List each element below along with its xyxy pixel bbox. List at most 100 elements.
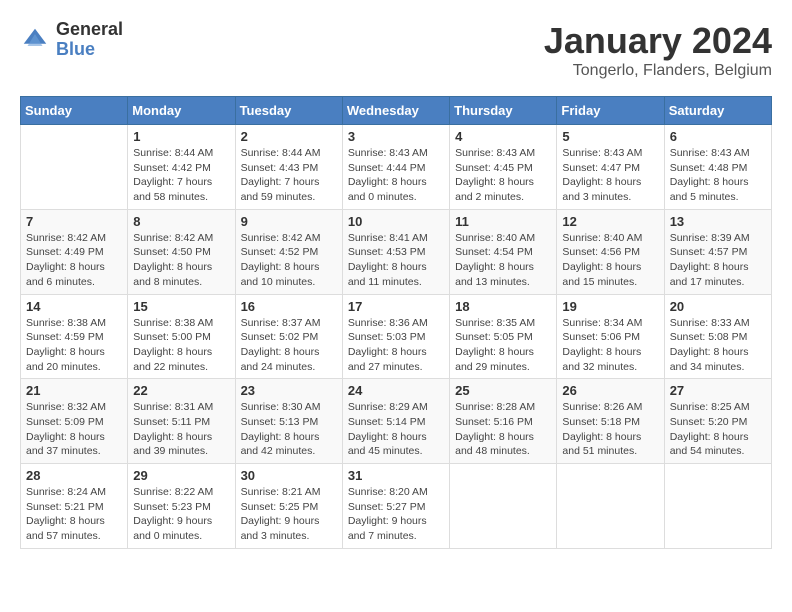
calendar-cell: 10 Sunrise: 8:41 AM Sunset: 4:53 PM Dayli… (342, 209, 449, 294)
calendar-cell: 23 Sunrise: 8:30 AM Sunset: 5:13 PM Dayli… (235, 379, 342, 464)
day-info: Sunrise: 8:37 AM Sunset: 5:02 PM Dayligh… (241, 316, 337, 375)
day-info: Sunrise: 8:34 AM Sunset: 5:06 PM Dayligh… (562, 316, 658, 375)
logo-general-text: General (56, 20, 123, 40)
calendar-cell: 20 Sunrise: 8:33 AM Sunset: 5:08 PM Dayli… (664, 294, 771, 379)
calendar-cell: 21 Sunrise: 8:32 AM Sunset: 5:09 PM Dayli… (21, 379, 128, 464)
day-info: Sunrise: 8:40 AM Sunset: 4:56 PM Dayligh… (562, 231, 658, 290)
day-number: 21 (26, 383, 122, 398)
logo: General Blue (20, 20, 123, 60)
calendar-week-row: 14Sunrise: 8:38 AM Sunset: 4:59 PM Dayli… (21, 294, 772, 379)
day-number: 31 (348, 468, 444, 483)
day-info: Sunrise: 8:42 AM Sunset: 4:52 PM Dayligh… (241, 231, 337, 290)
calendar-cell: 13 Sunrise: 8:39 AM Sunset: 4:57 PM Dayli… (664, 209, 771, 294)
calendar-cell (450, 464, 557, 549)
calendar-cell: 12 Sunrise: 8:40 AM Sunset: 4:56 PM Dayli… (557, 209, 664, 294)
day-info: Sunrise: 8:35 AM Sunset: 5:05 PM Dayligh… (455, 316, 551, 375)
day-of-week-header: Wednesday (342, 97, 449, 125)
day-number: 1 (133, 129, 229, 144)
calendar-week-row: 7 Sunrise: 8:42 AM Sunset: 4:49 PM Daylig… (21, 209, 772, 294)
calendar-cell: 3Sunrise: 8:43 AM Sunset: 4:44 PM Daylig… (342, 125, 449, 210)
day-number: 16 (241, 299, 337, 314)
day-number: 10 (348, 214, 444, 229)
day-info: Sunrise: 8:38 AM Sunset: 4:59 PM Dayligh… (26, 316, 122, 375)
day-info: Sunrise: 8:41 AM Sunset: 4:53 PM Dayligh… (348, 231, 444, 290)
calendar-week-row: 21 Sunrise: 8:32 AM Sunset: 5:09 PM Dayli… (21, 379, 772, 464)
calendar-cell: 27Sunrise: 8:25 AM Sunset: 5:20 PM Dayli… (664, 379, 771, 464)
day-of-week-header: Friday (557, 97, 664, 125)
day-number: 4 (455, 129, 551, 144)
month-title: January 2024 (544, 20, 772, 62)
calendar-cell: 26Sunrise: 8:26 AM Sunset: 5:18 PM Dayli… (557, 379, 664, 464)
calendar-cell: 5 Sunrise: 8:43 AM Sunset: 4:47 PM Daylig… (557, 125, 664, 210)
day-info: Sunrise: 8:30 AM Sunset: 5:13 PM Dayligh… (241, 400, 337, 459)
calendar-cell: 9Sunrise: 8:42 AM Sunset: 4:52 PM Daylig… (235, 209, 342, 294)
calendar-cell (557, 464, 664, 549)
day-info: Sunrise: 8:24 AM Sunset: 5:21 PM Dayligh… (26, 485, 122, 544)
day-info: Sunrise: 8:44 AM Sunset: 4:43 PM Dayligh… (241, 146, 337, 205)
day-number: 11 (455, 214, 551, 229)
day-number: 5 (562, 129, 658, 144)
day-of-week-header: Saturday (664, 97, 771, 125)
logo-text: General Blue (56, 20, 123, 60)
calendar-cell: 4 Sunrise: 8:43 AM Sunset: 4:45 PM Daylig… (450, 125, 557, 210)
day-info: Sunrise: 8:42 AM Sunset: 4:50 PM Dayligh… (133, 231, 229, 290)
calendar-cell: 28 Sunrise: 8:24 AM Sunset: 5:21 PM Dayli… (21, 464, 128, 549)
calendar-cell: 11 Sunrise: 8:40 AM Sunset: 4:54 PM Dayli… (450, 209, 557, 294)
calendar-cell: 22Sunrise: 8:31 AM Sunset: 5:11 PM Dayli… (128, 379, 235, 464)
calendar-cell: 31 Sunrise: 8:20 AM Sunset: 5:27 PM Dayli… (342, 464, 449, 549)
day-info: Sunrise: 8:29 AM Sunset: 5:14 PM Dayligh… (348, 400, 444, 459)
day-info: Sunrise: 8:21 AM Sunset: 5:25 PM Dayligh… (241, 485, 337, 544)
day-of-week-header: Sunday (21, 97, 128, 125)
day-info: Sunrise: 8:42 AM Sunset: 4:49 PM Dayligh… (26, 231, 122, 290)
day-number: 2 (241, 129, 337, 144)
day-info: Sunrise: 8:38 AM Sunset: 5:00 PM Dayligh… (133, 316, 229, 375)
day-info: Sunrise: 8:40 AM Sunset: 4:54 PM Dayligh… (455, 231, 551, 290)
calendar-cell: 2 Sunrise: 8:44 AM Sunset: 4:43 PM Daylig… (235, 125, 342, 210)
calendar-cell: 14Sunrise: 8:38 AM Sunset: 4:59 PM Dayli… (21, 294, 128, 379)
day-number: 8 (133, 214, 229, 229)
day-number: 18 (455, 299, 551, 314)
day-info: Sunrise: 8:33 AM Sunset: 5:08 PM Dayligh… (670, 316, 766, 375)
day-info: Sunrise: 8:36 AM Sunset: 5:03 PM Dayligh… (348, 316, 444, 375)
calendar-header-row: SundayMondayTuesdayWednesdayThursdayFrid… (21, 97, 772, 125)
calendar-cell: 25Sunrise: 8:28 AM Sunset: 5:16 PM Dayli… (450, 379, 557, 464)
day-number: 6 (670, 129, 766, 144)
day-number: 20 (670, 299, 766, 314)
day-of-week-header: Thursday (450, 97, 557, 125)
day-number: 13 (670, 214, 766, 229)
day-info: Sunrise: 8:22 AM Sunset: 5:23 PM Dayligh… (133, 485, 229, 544)
calendar-cell: 7 Sunrise: 8:42 AM Sunset: 4:49 PM Daylig… (21, 209, 128, 294)
day-number: 26 (562, 383, 658, 398)
calendar-cell: 6 Sunrise: 8:43 AM Sunset: 4:48 PM Daylig… (664, 125, 771, 210)
calendar-cell: 30 Sunrise: 8:21 AM Sunset: 5:25 PM Dayli… (235, 464, 342, 549)
calendar-cell: 18 Sunrise: 8:35 AM Sunset: 5:05 PM Dayli… (450, 294, 557, 379)
day-number: 29 (133, 468, 229, 483)
day-info: Sunrise: 8:44 AM Sunset: 4:42 PM Dayligh… (133, 146, 229, 205)
calendar-cell: 1 Sunrise: 8:44 AM Sunset: 4:42 PM Daylig… (128, 125, 235, 210)
calendar-cell: 29 Sunrise: 8:22 AM Sunset: 5:23 PM Dayli… (128, 464, 235, 549)
day-info: Sunrise: 8:43 AM Sunset: 4:44 PM Dayligh… (348, 146, 444, 205)
day-number: 15 (133, 299, 229, 314)
day-info: Sunrise: 8:20 AM Sunset: 5:27 PM Dayligh… (348, 485, 444, 544)
calendar-cell (664, 464, 771, 549)
calendar-cell (21, 125, 128, 210)
day-number: 23 (241, 383, 337, 398)
day-info: Sunrise: 8:43 AM Sunset: 4:47 PM Dayligh… (562, 146, 658, 205)
day-number: 30 (241, 468, 337, 483)
day-number: 12 (562, 214, 658, 229)
day-number: 28 (26, 468, 122, 483)
day-info: Sunrise: 8:43 AM Sunset: 4:48 PM Dayligh… (670, 146, 766, 205)
location: Tongerlo, Flanders, Belgium (544, 62, 772, 80)
day-info: Sunrise: 8:39 AM Sunset: 4:57 PM Dayligh… (670, 231, 766, 290)
day-number: 19 (562, 299, 658, 314)
day-number: 7 (26, 214, 122, 229)
calendar-cell: 19 Sunrise: 8:34 AM Sunset: 5:06 PM Dayli… (557, 294, 664, 379)
title-block: January 2024 Tongerlo, Flanders, Belgium (544, 20, 772, 80)
day-number: 25 (455, 383, 551, 398)
day-info: Sunrise: 8:43 AM Sunset: 4:45 PM Dayligh… (455, 146, 551, 205)
day-info: Sunrise: 8:32 AM Sunset: 5:09 PM Dayligh… (26, 400, 122, 459)
day-number: 24 (348, 383, 444, 398)
day-number: 27 (670, 383, 766, 398)
day-of-week-header: Monday (128, 97, 235, 125)
day-number: 17 (348, 299, 444, 314)
